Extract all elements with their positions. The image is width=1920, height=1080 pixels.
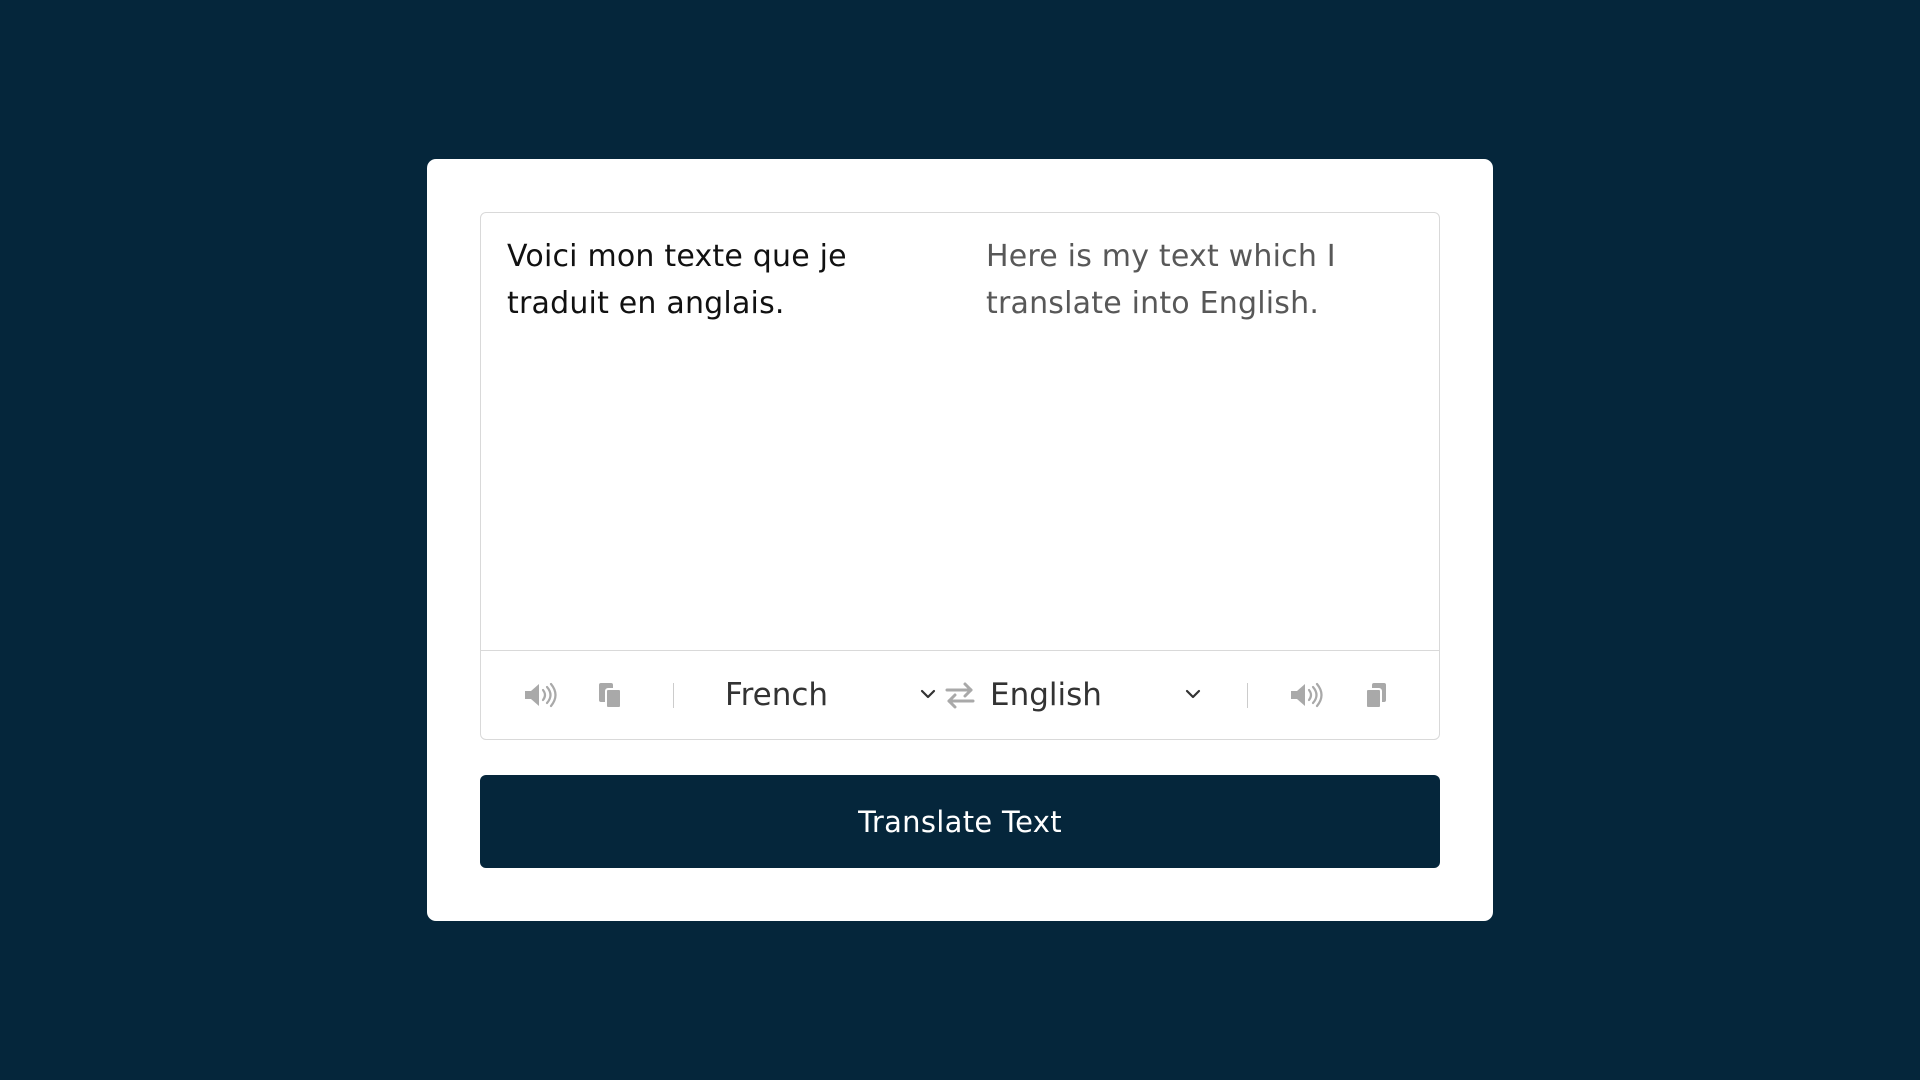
translator-card: Voici mon texte que je traduit en anglai… [427, 159, 1493, 921]
from-copy-icon[interactable] [593, 679, 627, 711]
language-controls: French English [481, 650, 1439, 739]
to-text-output[interactable]: Here is my text which I translate into E… [986, 233, 1406, 327]
chevron-down-icon [1185, 689, 1201, 699]
to-separator [1247, 683, 1248, 708]
to-speaker-icon[interactable] [1289, 679, 1323, 711]
text-input-area: Voici mon texte que je traduit en anglai… [481, 213, 1439, 651]
from-language-select[interactable]: French [725, 672, 936, 718]
from-speaker-icon[interactable] [523, 679, 557, 711]
to-language-label: English [990, 677, 1102, 713]
exchange-icon[interactable] [943, 679, 977, 711]
from-text-input[interactable]: Voici mon texte que je traduit en anglai… [507, 233, 927, 327]
from-separator [673, 683, 674, 708]
translator-panel: Voici mon texte que je traduit en anglai… [480, 212, 1440, 740]
from-language-label: French [725, 677, 829, 713]
translate-button[interactable]: Translate Text [480, 775, 1440, 868]
chevron-down-icon [920, 689, 936, 699]
to-copy-icon[interactable] [1359, 679, 1393, 711]
to-language-select[interactable]: English [990, 672, 1201, 718]
